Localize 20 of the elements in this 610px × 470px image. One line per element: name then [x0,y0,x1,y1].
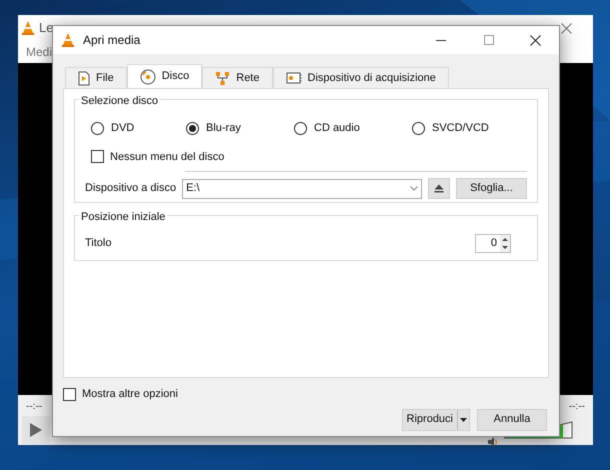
title-spinbox[interactable]: 0 [475,234,511,252]
tab[interactable]: File [65,67,127,88]
checkbox-label: Nessun menu del disco [110,150,224,164]
radio-option[interactable]: Blu-ray [186,120,294,136]
radio-option[interactable]: SVCD/VCD [412,120,527,136]
radio-option[interactable]: CD audio [294,120,412,136]
dialog-title: Apri media [83,32,140,49]
tab[interactable]: Dispositivo di acquisizione [272,67,449,88]
cancel-button[interactable]: Annulla [477,408,547,430]
elapsed-time: --:-- [26,400,42,414]
tab[interactable]: Disco [126,64,202,88]
device-dropdown[interactable]: E:\ [182,178,422,198]
field-label: Dispositivo a disco [85,181,176,196]
menu-item[interactable]: Medi [26,43,52,61]
total-time: --:-- [568,400,585,414]
checkbox-label: Mostra altre opzioni [82,387,178,402]
field-label: Titolo [85,236,112,251]
tab[interactable]: Rete [202,67,272,88]
radio-option[interactable]: DVD [91,120,186,136]
browse-button[interactable]: Sfoglia... [456,178,527,199]
